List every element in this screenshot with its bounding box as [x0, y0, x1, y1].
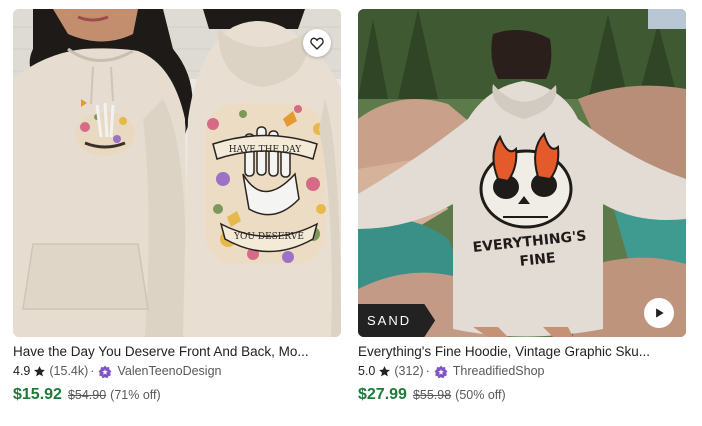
listing-card[interactable]: HAVE THE DAY YOU DESERVE Have the Day Yo…: [13, 9, 341, 419]
listing-image[interactable]: HAVE THE DAY YOU DESERVE: [13, 9, 341, 337]
hoodie-photo: HAVE THE DAY YOU DESERVE: [13, 9, 341, 337]
listing-title[interactable]: Everything's Fine Hoodie, Vintage Graphi…: [358, 344, 686, 360]
listing-meta: 4.9 (15.4k) · ValenTeenoDesign: [13, 364, 341, 379]
hoodie-photo: EVERYTHING'S FINE: [358, 9, 686, 337]
listing-card[interactable]: EVERYTHING'S FINE SAND Everything's Fine…: [358, 9, 686, 419]
sale-price: $15.92: [13, 386, 62, 403]
heart-icon: [310, 37, 324, 50]
original-price: $54.90: [67, 388, 107, 402]
discount-label: (50% off): [455, 388, 506, 402]
review-count: (312): [394, 364, 424, 378]
price-row: $27.99 $55.98 (50% off): [358, 386, 686, 404]
play-icon: [656, 308, 664, 318]
review-count: (15.4k): [49, 364, 89, 378]
rating-value: 5.0: [358, 364, 376, 378]
separator-dot: ·: [90, 364, 95, 378]
discount-label: (71% off): [110, 388, 161, 402]
print-bottom-text: YOU DESERVE: [233, 232, 304, 242]
shop-name[interactable]: ThreadifiedShop: [453, 364, 545, 379]
print-top-text: HAVE THE DAY: [229, 145, 302, 155]
price-row: $15.92 $54.90 (71% off): [13, 386, 341, 404]
star-icon: [33, 365, 46, 378]
star-seller-badge-icon: [434, 365, 448, 379]
favorite-button[interactable]: [303, 29, 331, 57]
listing-image[interactable]: EVERYTHING'S FINE SAND: [358, 9, 686, 337]
rating-value: 4.9: [13, 364, 31, 378]
sale-price: $27.99: [358, 386, 407, 403]
separator-dot: ·: [425, 364, 430, 378]
listing-title[interactable]: Have the Day You Deserve Front And Back,…: [13, 344, 341, 360]
star-seller-badge-icon: [98, 365, 112, 379]
play-video-button[interactable]: [644, 298, 674, 328]
original-price: $55.98: [412, 388, 452, 402]
star-icon: [378, 365, 391, 378]
listing-meta: 5.0 (312) · ThreadifiedShop: [358, 364, 686, 379]
color-badge: SAND: [358, 304, 436, 337]
shop-name[interactable]: ValenTeenoDesign: [117, 364, 221, 379]
